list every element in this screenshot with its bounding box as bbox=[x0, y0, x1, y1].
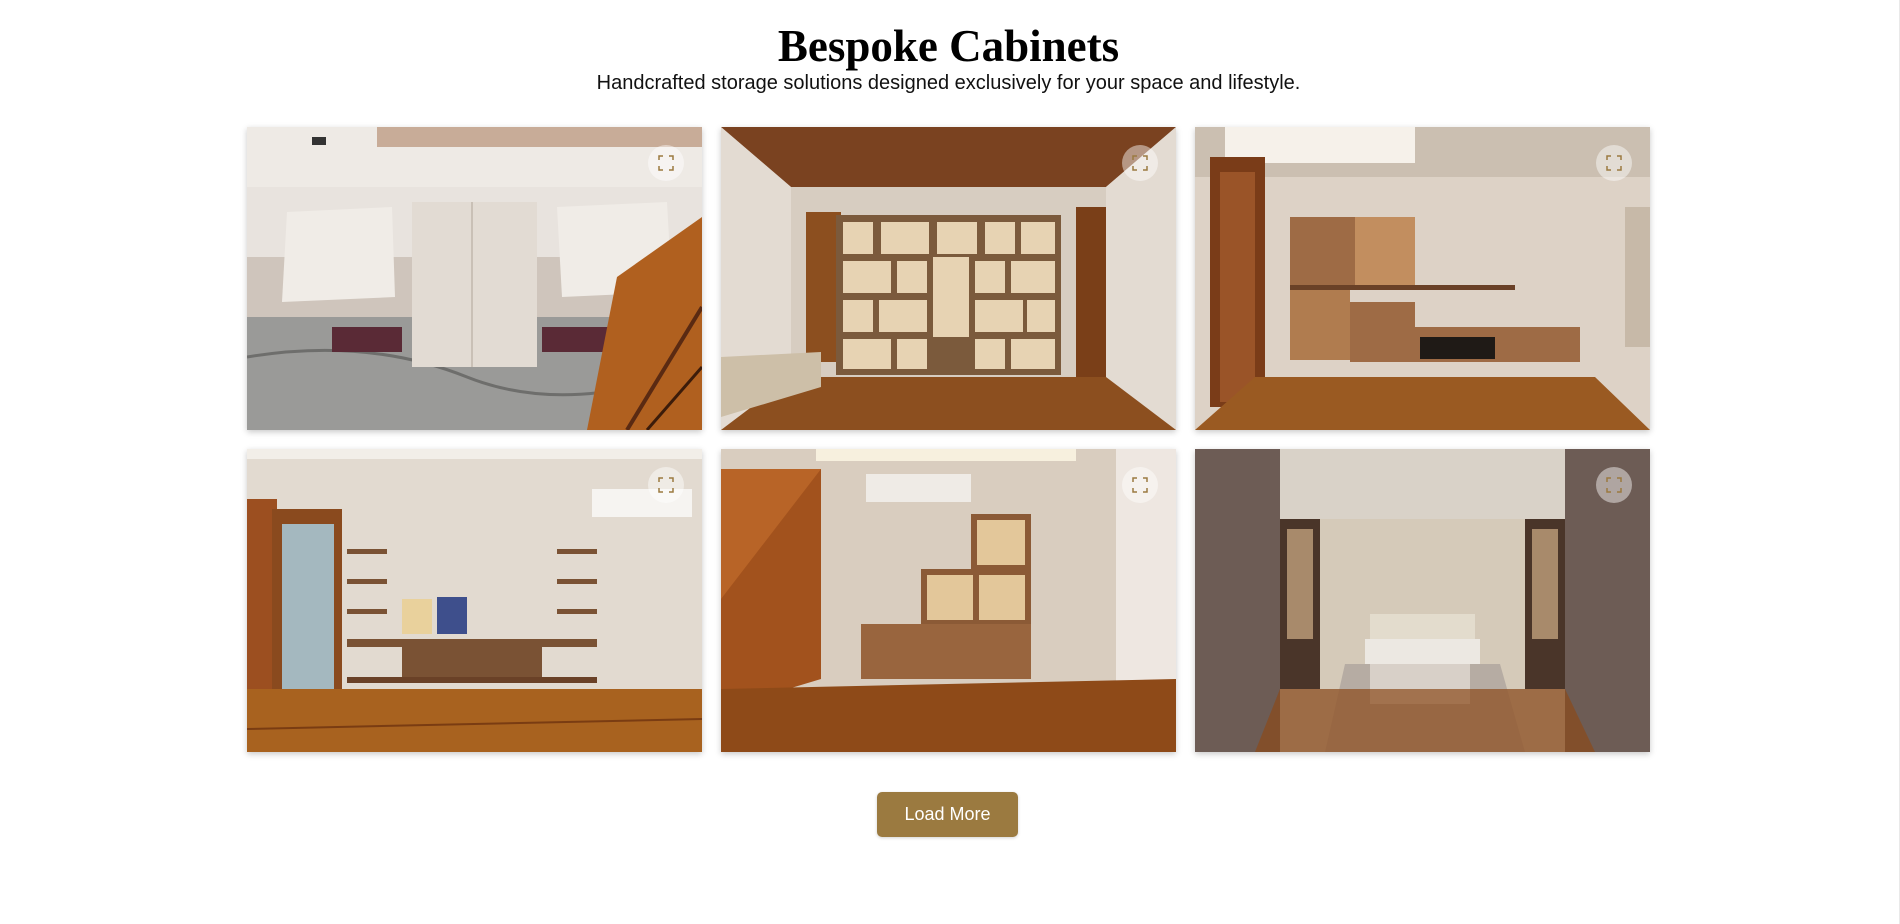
gallery-item-floating-cabinets[interactable] bbox=[1195, 127, 1650, 430]
gallery-photo bbox=[721, 449, 1176, 752]
expand-icon[interactable] bbox=[1596, 145, 1632, 181]
gallery-photo bbox=[1195, 449, 1650, 752]
page: Bespoke Cabinets Handcrafted storage sol… bbox=[0, 0, 1900, 924]
expand-icon[interactable] bbox=[648, 145, 684, 181]
gallery-photo bbox=[247, 127, 702, 430]
expand-icon[interactable] bbox=[1596, 467, 1632, 503]
expand-icon[interactable] bbox=[1122, 467, 1158, 503]
gallery-photo bbox=[1195, 127, 1650, 430]
page-title: Bespoke Cabinets bbox=[777, 21, 1120, 71]
load-more-button[interactable]: Load More bbox=[877, 792, 1018, 837]
gallery-photo bbox=[247, 449, 702, 752]
gallery-item-kitchen[interactable] bbox=[247, 127, 702, 430]
gallery-item-stepped-cabinet[interactable] bbox=[721, 449, 1176, 752]
gallery-grid bbox=[247, 127, 1651, 752]
page-subtitle: Handcrafted storage solutions designed e… bbox=[596, 72, 1301, 94]
gallery-item-bedroom[interactable] bbox=[1195, 449, 1650, 752]
gallery-item-bookshelf[interactable] bbox=[721, 127, 1176, 430]
gallery-photo bbox=[721, 127, 1176, 430]
expand-icon[interactable] bbox=[1122, 145, 1158, 181]
expand-icon[interactable] bbox=[648, 467, 684, 503]
gallery-item-floating-shelves[interactable] bbox=[247, 449, 702, 752]
